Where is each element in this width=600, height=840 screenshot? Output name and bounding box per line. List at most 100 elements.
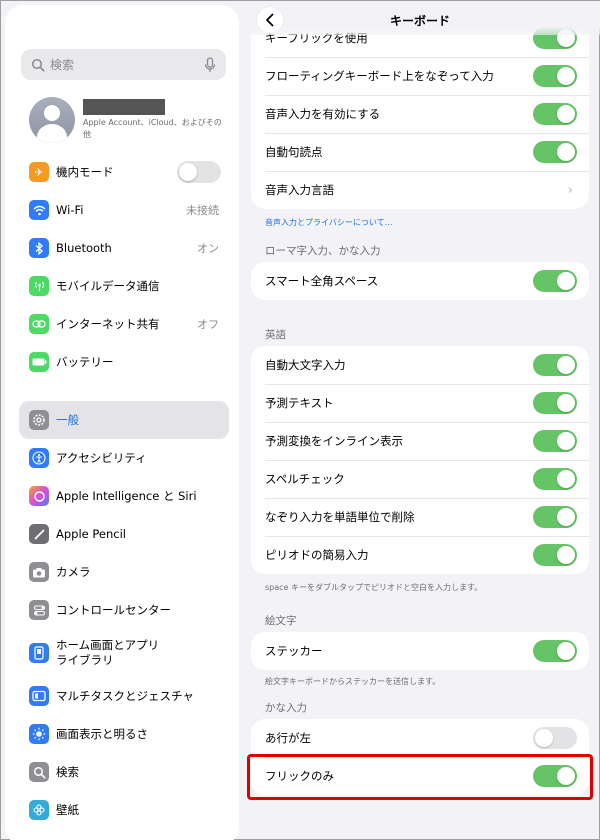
swipe-delete-word-toggle[interactable] <box>533 506 577 528</box>
sidebar-item-mobile-data[interactable]: モバイルデータ通信 <box>19 267 229 305</box>
search-field[interactable]: 検索 <box>21 49 226 80</box>
sidebar-item-label: Apple Pencil <box>56 526 126 541</box>
setting-row-spell-check[interactable]: スペルチェック <box>251 460 589 498</box>
sidebar-item-label: 機内モード <box>56 164 114 179</box>
microphone-icon[interactable] <box>204 56 216 73</box>
brightness-icon <box>29 724 49 744</box>
section-header-emoji: 絵文字 <box>265 615 297 627</box>
account-subtitle: Apple Account、iCloud、およびその他 <box>83 118 222 139</box>
auto-punctuation-toggle[interactable] <box>533 141 577 163</box>
sidebar-item-label: カメラ <box>56 564 91 579</box>
emoji-group: ステッカー <box>251 632 589 670</box>
sidebar-item-battery[interactable]: バッテリー <box>19 343 229 381</box>
stickers-toggle[interactable] <box>533 640 577 662</box>
wifi-icon <box>29 200 49 220</box>
setting-row-dictation-languages[interactable]: 音声入力言語 › <box>251 171 589 209</box>
sidebar-item-label: コントロールセンター <box>56 602 171 617</box>
sidebar-item-general[interactable]: 一般 <box>19 401 229 439</box>
sidebar-item-control-center[interactable]: コントロールセンター <box>19 591 229 629</box>
sidebar-item-label: Bluetooth <box>56 240 112 255</box>
sidebar-item-hotspot[interactable]: インターネット共有 オフ <box>19 305 229 343</box>
red-highlight-box <box>247 754 593 800</box>
bluetooth-icon <box>29 238 49 258</box>
link-icon <box>29 314 49 334</box>
sidebar-item-bluetooth[interactable]: Bluetooth オン <box>19 229 229 267</box>
setting-row-period-shortcut[interactable]: ピリオドの簡易入力 <box>251 536 589 574</box>
setting-row-a-row-left[interactable]: あ行が左 <box>251 719 589 757</box>
setting-row-swipe-delete-word[interactable]: なぞり入力を単語単位で削除 <box>251 498 589 536</box>
setting-row-inline-predictions[interactable]: 予測変換をインライン表示 <box>251 422 589 460</box>
setting-row-auto-punctuation[interactable]: 自動句読点 <box>251 133 589 171</box>
antenna-icon <box>29 276 49 296</box>
sidebar-item-label: 壁紙 <box>56 802 79 817</box>
floating-swipe-toggle[interactable] <box>533 65 577 87</box>
search-icon <box>31 58 45 72</box>
setting-label: ステッカー <box>265 644 323 658</box>
dictation-privacy-link[interactable]: 音声入力とプライバシーについて… <box>265 217 393 228</box>
keyboard-options-group: キーフリックを使用 フローティングキーボード上をなぞって入力 音声入力を有効にす… <box>251 19 589 209</box>
section-header-romaji: ローマ字入力、かな入力 <box>265 245 381 257</box>
chevron-right-icon: › <box>567 182 573 198</box>
sidebar-item-apple-pencil[interactable]: Apple Pencil <box>19 515 229 553</box>
settings-list: ✈ 機内モード Wi-Fi 未接続 Bluetooth オン モバイルデータ通信 <box>19 153 229 829</box>
sidebar-item-value: オフ <box>197 318 219 331</box>
wallpaper-icon <box>29 800 49 820</box>
search-icon <box>29 762 49 782</box>
setting-row-stickers[interactable]: ステッカー <box>251 632 589 670</box>
sidebar-item-label: Apple Intelligence と Siri <box>56 488 197 503</box>
control-center-icon <box>29 600 49 620</box>
setting-label: 自動句読点 <box>265 145 323 159</box>
gear-icon <box>29 410 49 430</box>
setting-label: あ行が左 <box>265 731 311 745</box>
setting-row-smart-fullwidth-space[interactable]: スマート全角スペース <box>251 262 589 300</box>
inline-predictions-toggle[interactable] <box>533 430 577 452</box>
setting-row-predictive-text[interactable]: 予測テキスト <box>251 384 589 422</box>
airplane-mode-toggle[interactable] <box>177 161 221 183</box>
sidebar-item-camera[interactable]: カメラ <box>19 553 229 591</box>
battery-icon <box>29 352 49 372</box>
sidebar-item-display[interactable]: 画面表示と明るさ <box>19 715 229 753</box>
sidebar-item-label: アクセシビリティ <box>56 450 147 465</box>
airplane-icon: ✈ <box>29 162 49 182</box>
camera-icon <box>29 562 49 582</box>
sidebar-item-airplane-mode[interactable]: ✈ 機内モード <box>19 153 229 191</box>
setting-row-auto-capitalization[interactable]: 自動大文字入力 <box>251 346 589 384</box>
smart-fullwidth-space-toggle[interactable] <box>533 270 577 292</box>
setting-label: スペルチェック <box>265 472 345 486</box>
sidebar-item-label: 検索 <box>56 764 79 779</box>
auto-capitalization-toggle[interactable] <box>533 354 577 376</box>
label-line-2: ライブラリ <box>56 653 114 667</box>
sidebar: 検索 Apple Account、iCloud、およびその他 ✈ 機内モード W… <box>5 5 239 840</box>
spell-check-toggle[interactable] <box>533 468 577 490</box>
setting-label: 自動大文字入力 <box>265 358 346 372</box>
romaji-group: スマート全角スペース <box>251 262 589 300</box>
sidebar-item-wallpaper[interactable]: 壁紙 <box>19 791 229 829</box>
sidebar-item-value: オン <box>197 242 219 255</box>
dictation-toggle[interactable] <box>533 103 577 125</box>
sidebar-item-label: インターネット共有 <box>56 316 160 331</box>
stickers-footer: 絵文字キーボードからステッカーを送信します。 <box>265 677 441 686</box>
setting-label: なぞり入力を単語単位で削除 <box>265 510 415 524</box>
sidebar-item-value: 未接続 <box>186 204 219 217</box>
period-shortcut-footer: space キーをダブルタップでピリオドと空白を入力します。 <box>265 583 483 592</box>
predictive-text-toggle[interactable] <box>533 392 577 414</box>
a-row-left-toggle[interactable] <box>533 727 577 749</box>
sidebar-item-search[interactable]: 検索 <box>19 753 229 791</box>
account-profile[interactable]: Apple Account、iCloud、およびその他 <box>29 97 229 147</box>
sidebar-item-multitasking[interactable]: マルチタスクとジェスチャ <box>19 677 229 715</box>
account-name-redacted <box>83 99 165 115</box>
setting-label: スマート全角スペース <box>265 274 379 288</box>
pencil-icon <box>29 524 49 544</box>
sidebar-item-wifi[interactable]: Wi-Fi 未接続 <box>19 191 229 229</box>
sidebar-item-accessibility[interactable]: アクセシビリティ <box>19 439 229 477</box>
setting-label: 音声入力を有効にする <box>265 107 381 121</box>
sidebar-item-siri[interactable]: Apple Intelligence と Siri <box>19 477 229 515</box>
sidebar-item-label: 一般 <box>56 412 79 427</box>
sidebar-item-label: 画面表示と明るさ <box>56 726 148 741</box>
setting-row-floating-swipe[interactable]: フローティングキーボード上をなぞって入力 <box>251 57 589 95</box>
sidebar-item-home-screen[interactable]: ホーム画面とアプリ ライブラリ <box>19 629 229 677</box>
page-title: キーボード <box>389 14 450 28</box>
setting-label: フローティングキーボード上をなぞって入力 <box>265 69 494 83</box>
setting-row-dictation[interactable]: 音声入力を有効にする <box>251 95 589 133</box>
period-shortcut-toggle[interactable] <box>533 544 577 566</box>
